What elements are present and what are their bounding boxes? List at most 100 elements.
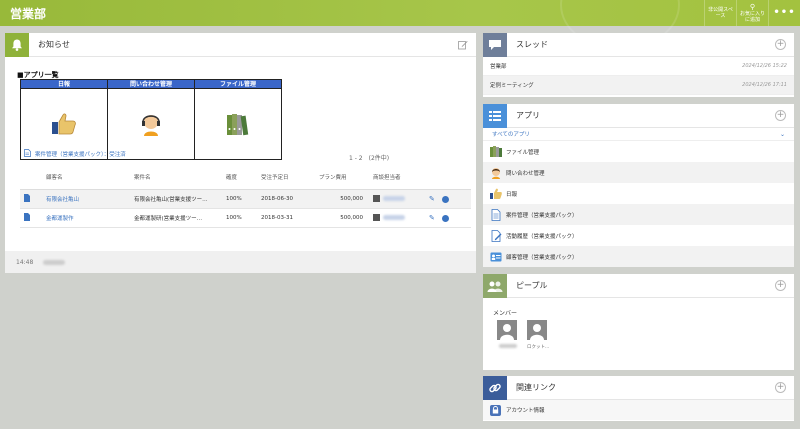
- more-icon: •••: [773, 7, 796, 18]
- related-links-panel: 関連リンク + アカウント情報: [483, 375, 794, 421]
- app-card-label: ファイル管理: [195, 80, 281, 89]
- chat-bubble-icon: [483, 32, 507, 57]
- notice-panel: お知らせ ■アプリ一覧 日報 問い合わせ管理 ファイル管理 案件管理（営業支援パ…: [5, 32, 476, 273]
- space-title: 営業部: [10, 7, 47, 21]
- avatar: [497, 320, 517, 340]
- update-time: 14:48: [16, 258, 34, 266]
- user-icon: [373, 214, 380, 221]
- thread-item[interactable]: 定例ミーティング 2024/12/26 17:11: [483, 76, 794, 95]
- notice-footer: 14:48: [5, 251, 476, 273]
- app-item-label: 顧客管理（営業支援パック）: [506, 254, 578, 261]
- member-name: [497, 344, 519, 350]
- notice-header: お知らせ: [5, 32, 476, 57]
- link-item-account-info[interactable]: アカウント情報: [483, 400, 794, 420]
- people-header: ピープル +: [483, 273, 794, 298]
- add-favorite-label: お気に入りに追加: [739, 10, 765, 23]
- app-card-daily-report[interactable]: 日報: [21, 80, 108, 159]
- member-card[interactable]: ロクット...: [527, 320, 549, 350]
- chevron-down-icon: ⌄: [779, 130, 785, 138]
- more-button[interactable]: •••: [768, 0, 800, 26]
- user-icon: [373, 195, 380, 202]
- app-list-icon: [483, 103, 507, 128]
- members-label: メンバー: [493, 310, 518, 317]
- certainty-cell: 100%: [222, 189, 257, 209]
- people-panel: ピープル + メンバー ロクット...: [483, 273, 794, 370]
- add-member-button[interactable]: +: [775, 280, 786, 291]
- document-icon: [24, 149, 31, 159]
- bell-icon: [5, 32, 29, 57]
- all-apps-dropdown[interactable]: すべてのアプリ ⌄: [483, 128, 794, 141]
- record-detail-icon[interactable]: [20, 189, 42, 209]
- column-header-certainty: 確度: [222, 165, 257, 190]
- all-apps-label: すべてのアプリ: [492, 132, 530, 138]
- column-header-cost: プラン費用: [315, 165, 369, 190]
- project-cell: 金都運製研(営業支援ツー…: [130, 208, 222, 228]
- app-card-label: 日報: [21, 80, 107, 89]
- app-card-file-management[interactable]: ファイル管理: [195, 80, 281, 159]
- app-item-customer-management[interactable]: 顧客管理（営業支援パック）: [483, 246, 794, 267]
- member-card[interactable]: [497, 320, 519, 350]
- app-card-inquiry[interactable]: 問い合わせ管理: [108, 80, 195, 159]
- id-card-icon: [490, 251, 502, 263]
- thread-name: 営業部: [490, 64, 507, 70]
- thread-timestamp: 2024/12/26 17:11: [742, 82, 787, 88]
- record-list-link-label: 案件管理（営業支援パック）：受注済: [35, 152, 126, 158]
- thread-item[interactable]: 営業部 2024/12/26 15:22: [483, 57, 794, 76]
- column-header-project: 案件名: [130, 165, 222, 190]
- app-item-activity-history[interactable]: 活動履歴（営業支援パック）: [483, 225, 794, 246]
- links-title: 関連リンク: [516, 383, 556, 392]
- add-thread-button[interactable]: +: [775, 39, 786, 50]
- apps-title: アプリ: [516, 111, 540, 120]
- apps-header: アプリ +: [483, 103, 794, 128]
- column-header-actions: [423, 165, 471, 190]
- app-item-label: 問い合わせ管理: [506, 170, 545, 177]
- gear-icon[interactable]: [441, 195, 449, 203]
- app-item-label: 案件管理（営業支援パック）: [506, 212, 578, 219]
- owner-cell: [369, 189, 423, 209]
- customer-cell[interactable]: 金都運製作: [42, 208, 130, 228]
- edit-icon[interactable]: [458, 40, 468, 52]
- app-item-label: 日報: [506, 191, 518, 198]
- app-item-inquiry[interactable]: 問い合わせ管理: [483, 162, 794, 183]
- cost-cell: 500,000: [315, 189, 369, 209]
- app-item-label: 活動履歴（営業支援パック）: [506, 233, 578, 240]
- document-icon: [490, 208, 502, 221]
- lock-icon: [490, 404, 501, 416]
- app-cards-table: 日報 問い合わせ管理 ファイル管理: [20, 79, 282, 160]
- threads-title: スレッド: [516, 40, 548, 49]
- threads-header: スレッド +: [483, 32, 794, 57]
- thread-timestamp: 2024/12/26 15:22: [742, 63, 787, 69]
- app-item-file-management[interactable]: ファイル管理: [483, 141, 794, 162]
- date-cell: 2018-03-31: [257, 208, 315, 228]
- table-row: 金都運製作 金都運製研(営業支援ツー… 100% 2018-03-31 500,…: [20, 208, 471, 228]
- people-title: ピープル: [516, 281, 548, 290]
- link-chain-icon: [483, 375, 507, 400]
- binders-icon: [490, 146, 502, 158]
- add-link-button[interactable]: +: [775, 382, 786, 393]
- add-app-button[interactable]: +: [775, 110, 786, 121]
- link-item-label: アカウント情報: [506, 408, 545, 414]
- app-item-daily-report[interactable]: 日報: [483, 183, 794, 204]
- app-item-label: ファイル管理: [506, 149, 540, 156]
- member-name: ロクット...: [527, 345, 550, 350]
- owner-name-blurred: [383, 196, 405, 201]
- owner-name-blurred: [383, 215, 405, 220]
- add-favorite-button[interactable]: ⚲ お気に入りに追加: [736, 0, 768, 26]
- apps-panel: アプリ + すべてのアプリ ⌄ ファイル管理 問い合わせ管理 日報 案件管理（営…: [483, 103, 794, 267]
- private-space-button[interactable]: 非公開スペース: [704, 0, 736, 26]
- table-header-row: 顧客名 案件名 確度 受注予定日 プラン費用 商談担当者: [20, 165, 471, 190]
- column-header-icon: [20, 165, 42, 190]
- record-detail-icon[interactable]: [20, 208, 42, 228]
- edit-pencil-icon[interactable]: ✎: [429, 214, 435, 222]
- record-list-link[interactable]: 案件管理（営業支援パック）：受注済: [24, 149, 126, 159]
- edit-pencil-icon[interactable]: ✎: [429, 195, 435, 203]
- pin-icon: ⚲: [749, 2, 756, 11]
- updater-name-blurred: [43, 259, 66, 265]
- customer-cell[interactable]: 有限会社亀山: [42, 189, 130, 209]
- space-header: 営業部 非公開スペース ⚲ お気に入りに追加 •••: [0, 0, 800, 50]
- thread-name: 定例ミーティング: [490, 83, 534, 89]
- app-item-project-management[interactable]: 案件管理（営業支援パック）: [483, 204, 794, 225]
- gear-icon[interactable]: [441, 214, 449, 222]
- links-header: 関連リンク +: [483, 375, 794, 400]
- column-header-customer: 顧客名: [42, 165, 130, 190]
